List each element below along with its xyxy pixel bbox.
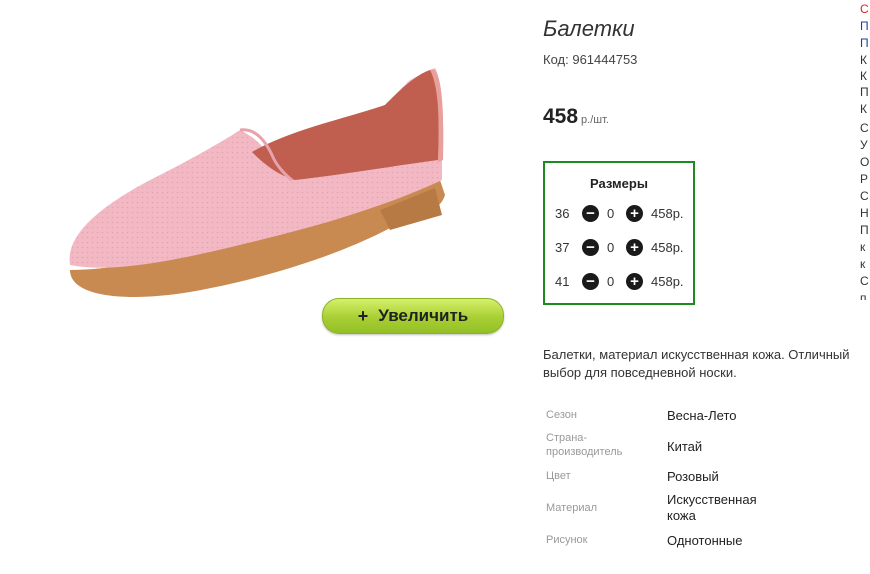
menu-link[interactable]: У [860, 139, 868, 151]
product-code-value: 961444753 [572, 52, 638, 67]
plus-icon: + [357, 305, 369, 326]
decrease-quantity-button[interactable]: − [582, 205, 599, 222]
decrease-quantity-button[interactable]: − [582, 239, 599, 256]
size-price: 458р. [651, 206, 684, 221]
spec-label: Цвет [546, 470, 571, 482]
product-code-label: Код: [543, 52, 569, 67]
product-price: 458 р./шт. [543, 105, 609, 129]
spec-value: Весна-Лето [667, 408, 737, 423]
size-price: 458р. [651, 274, 684, 289]
product-title: Балетки [543, 16, 635, 41]
menu-link[interactable]: П [860, 86, 869, 98]
size-value: 37 [555, 240, 570, 255]
zoom-button-label: Увеличить [378, 306, 469, 325]
size-row: 37 − 0 + 458р. [545, 238, 695, 258]
increase-quantity-button[interactable]: + [626, 205, 643, 222]
menu-link[interactable]: Р [860, 173, 868, 185]
spec-label: Страна-производитель [546, 432, 623, 458]
increase-quantity-button[interactable]: + [626, 273, 643, 290]
quantity-value: 0 [607, 240, 615, 255]
menu-link[interactable]: О [860, 156, 869, 168]
zoom-button[interactable]: + Увеличить [322, 298, 504, 334]
menu-link[interactable]: К [860, 54, 867, 66]
quantity-value: 0 [607, 274, 615, 289]
menu-link[interactable]: К [860, 103, 867, 115]
menu-link[interactable]: С [860, 275, 869, 287]
menu-link[interactable]: К [860, 70, 867, 82]
size-row: 36 − 0 + 458р. [545, 204, 695, 224]
spec-label: Материал [546, 502, 597, 514]
size-value: 36 [555, 206, 570, 221]
spec-label: Рисунок [546, 534, 588, 546]
sizes-title: Размеры [590, 176, 648, 191]
menu-link[interactable]: п [860, 292, 867, 300]
sizes-panel: Размеры 36 − 0 + 458р. 37 − 0 + 458р. 41… [543, 161, 695, 305]
menu-link[interactable]: П [860, 37, 869, 49]
quantity-value: 0 [607, 206, 615, 221]
menu-link[interactable]: С [860, 122, 869, 134]
menu-link[interactable]: к [860, 241, 865, 253]
menu-link[interactable]: С [860, 3, 869, 15]
spec-value: Искусственная кожа [667, 492, 757, 523]
menu-link[interactable]: Н [860, 207, 869, 219]
price-unit: р./шт. [581, 114, 609, 126]
price-amount: 458 [543, 105, 579, 128]
increase-quantity-button[interactable]: + [626, 239, 643, 256]
decrease-quantity-button[interactable]: − [582, 273, 599, 290]
menu-link[interactable]: к [860, 258, 865, 270]
spec-value: Однотонные [667, 533, 743, 548]
product-code: Код: 961444753 [543, 52, 637, 67]
size-value: 41 [555, 274, 570, 289]
menu-link[interactable]: С [860, 190, 869, 202]
right-column-menu: С П П К К П К С У О Р С Н П к к С п [860, 0, 870, 300]
size-row: 41 − 0 + 458р. [545, 272, 695, 292]
product-description: Балетки, материал искусственная кожа. От… [543, 347, 850, 380]
menu-link[interactable]: П [860, 20, 869, 32]
spec-value: Розовый [667, 469, 719, 484]
product-image [69, 68, 445, 297]
menu-link[interactable]: П [860, 224, 869, 236]
spec-value: Китай [667, 439, 703, 454]
spec-label: Сезон [546, 409, 577, 421]
size-price: 458р. [651, 240, 684, 255]
